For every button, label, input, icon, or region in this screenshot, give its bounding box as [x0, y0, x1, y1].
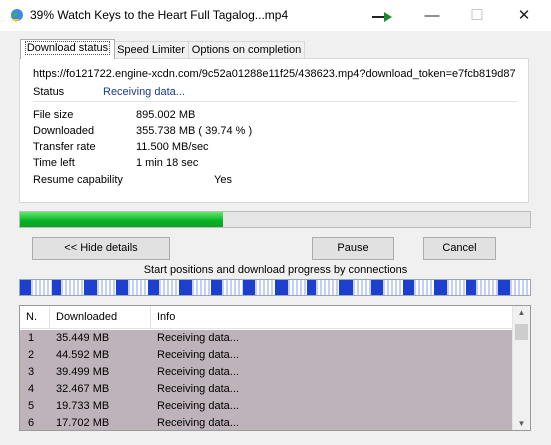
connection-remaining-segment [31, 280, 52, 295]
close-button[interactable]: ✕ [501, 0, 547, 31]
transfer-rate-label: Transfer rate [33, 141, 96, 153]
connections-label: Start positions and download progress by… [143, 264, 408, 276]
connection-progress-segment [275, 280, 288, 295]
connection-remaining-segment [382, 280, 403, 295]
table-row[interactable]: 3 39.499 MB Receiving data... [20, 364, 512, 381]
column-header-downloaded[interactable]: Downloaded [50, 306, 151, 328]
hide-details-button[interactable]: << Hide details [32, 237, 170, 260]
resume-capability-value: Yes [214, 174, 232, 186]
connection-progress-segment [338, 280, 354, 295]
transfer-rate-value: 11.500 MB/sec [136, 141, 209, 153]
connection-remaining-segment [353, 280, 371, 295]
download-progress-bar [19, 211, 531, 228]
connections-list[interactable]: N. Downloaded Info 1 35.449 MB Receiving d… [19, 305, 531, 431]
status-value: Receiving data... [103, 86, 185, 98]
download-url: https://fo121722.engine-xcdn.com/9c52a01… [33, 68, 516, 80]
connection-progress-segment [370, 280, 383, 295]
connection-remaining-segment [287, 280, 307, 295]
connection-remaining-segment [254, 280, 275, 295]
table-row[interactable]: 4 32.467 MB Receiving data... [20, 381, 512, 398]
downloaded-label: Downloaded [33, 125, 95, 137]
cancel-button[interactable]: Cancel [423, 237, 496, 260]
table-row[interactable]: 6 17.702 MB Receiving data... [20, 415, 512, 430]
row-number: 3 [28, 366, 35, 378]
row-downloaded: 19.733 MB [56, 400, 110, 412]
scrollbar-thumb[interactable] [515, 324, 528, 340]
tab-download-status-label: Download status [24, 41, 111, 55]
connection-progress-segment [83, 280, 98, 295]
pause-button[interactable]: Pause [312, 237, 394, 260]
table-row[interactable]: 2 44.592 MB Receiving data... [20, 347, 512, 364]
row-info: Receiving data... [157, 332, 239, 344]
connection-remaining-segment [316, 280, 339, 295]
row-info: Receiving data... [157, 349, 239, 361]
table-row[interactable]: 1 35.449 MB Receiving data... [20, 330, 512, 347]
maximize-button[interactable]: ☐ [454, 0, 500, 31]
file-size-value: 895.002 MB [136, 109, 196, 121]
tab-speed-limiter[interactable]: Speed Limiter [113, 41, 189, 59]
download-progress-fill [20, 212, 223, 227]
row-downloaded: 17.702 MB [56, 417, 110, 429]
scroll-up-arrow-icon[interactable]: ▲ [513, 308, 530, 317]
row-number: 1 [28, 332, 35, 344]
row-info: Receiving data... [157, 383, 239, 395]
connection-remaining-segment [127, 280, 148, 295]
window-title: 39% Watch Keys to the Heart Full Tagalog… [30, 8, 289, 22]
column-header-info[interactable]: Info [151, 306, 507, 328]
tab-options-on-completion[interactable]: Options on completion [188, 41, 305, 59]
minimize-button[interactable]: — [409, 0, 455, 31]
row-number: 4 [28, 383, 35, 395]
row-downloaded: 39.499 MB [56, 366, 110, 378]
connection-remaining-segment [158, 280, 180, 295]
connection-progress-segment [434, 280, 448, 295]
tab-download-status[interactable]: Download status [20, 39, 115, 59]
row-info: Receiving data... [157, 400, 239, 412]
download-status-panel: https://fo121722.engine-xcdn.com/9c52a01… [19, 58, 529, 203]
resume-capability-label: Resume capability [33, 174, 123, 186]
connection-progress-segment [115, 280, 128, 295]
table-row[interactable]: 5 19.733 MB Receiving data... [20, 398, 512, 415]
column-header-number[interactable]: N. [20, 306, 50, 328]
divider [33, 101, 517, 102]
row-number: 5 [28, 400, 35, 412]
connection-remaining-segment [61, 280, 84, 295]
time-left-label: Time left [33, 157, 75, 169]
row-downloaded: 44.592 MB [56, 349, 110, 361]
connection-progress-segment [51, 280, 62, 295]
downloaded-value: 355.738 MB ( 39.74 % ) [136, 125, 253, 137]
connection-remaining-segment [447, 280, 467, 295]
connection-remaining-segment [221, 280, 244, 295]
connection-remaining-segment [192, 280, 212, 295]
time-left-value: 1 min 18 sec [136, 157, 199, 169]
file-size-label: File size [33, 109, 74, 121]
connection-progress-segment [402, 280, 414, 295]
connection-progress-segment [147, 280, 159, 295]
scroll-down-arrow-icon[interactable]: ▼ [513, 419, 530, 428]
connection-progress-segment [498, 280, 510, 295]
vertical-scrollbar[interactable]: ▲ ▼ [512, 306, 530, 430]
title-bar: 39% Watch Keys to the Heart Full Tagalog… [0, 0, 551, 31]
connection-progress-segment [20, 280, 32, 295]
row-downloaded: 35.449 MB [56, 332, 110, 344]
row-downloaded: 32.467 MB [56, 383, 110, 395]
connection-progress-segment [211, 280, 222, 295]
row-number: 6 [28, 417, 35, 429]
arrow-tray-icon[interactable] [372, 11, 394, 23]
list-header: N. Downloaded Info [20, 306, 512, 329]
connection-remaining-segment [413, 280, 435, 295]
connection-progress-segment [466, 280, 476, 295]
row-info: Receiving data... [157, 366, 239, 378]
connection-remaining-segment [509, 280, 530, 295]
connection-progress-segment [243, 280, 255, 295]
row-info: Receiving data... [157, 417, 239, 429]
idm-app-icon [10, 9, 23, 22]
connection-remaining-segment [475, 280, 499, 295]
status-label: Status [33, 86, 65, 98]
connection-remaining-segment [97, 280, 116, 295]
connection-progress-segment [179, 280, 193, 295]
row-number: 2 [28, 349, 35, 361]
connection-progress-segment [306, 280, 317, 295]
connections-progress-bar [19, 279, 531, 296]
